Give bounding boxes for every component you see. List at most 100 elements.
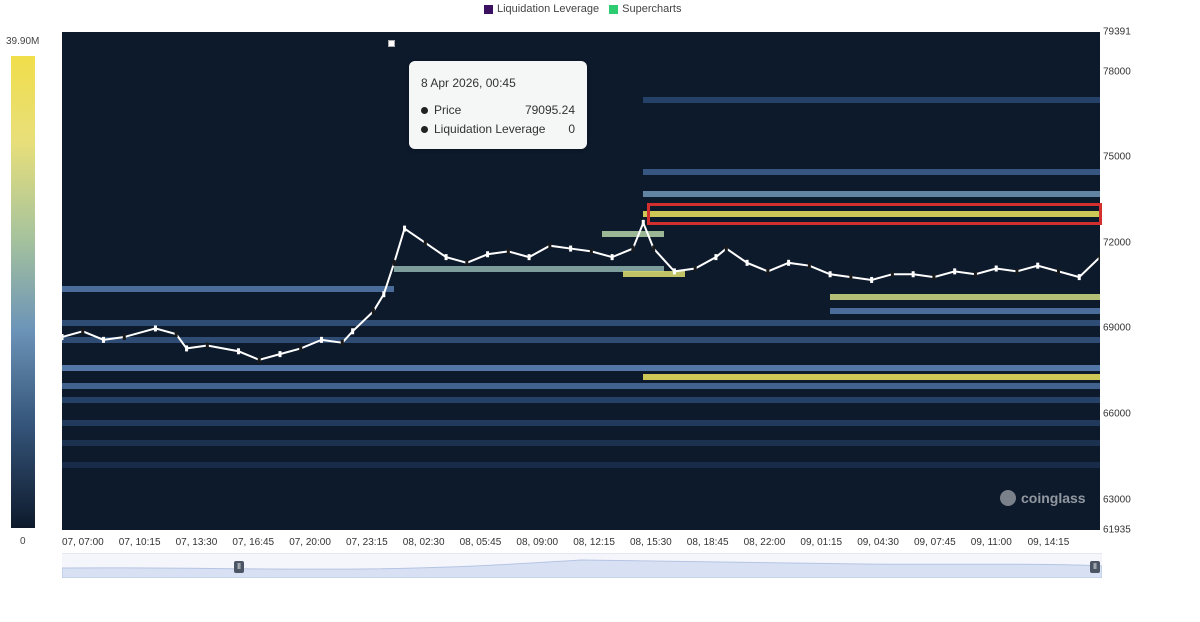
x-tick-label: 07, 07:00: [62, 537, 104, 548]
x-tick-label: 09, 14:15: [1027, 537, 1070, 548]
x-tick-label: 07, 20:00: [289, 537, 331, 548]
price-candle: [382, 291, 386, 298]
y-tick-label: 61935: [1103, 524, 1131, 536]
price-candle: [641, 219, 645, 226]
x-tick-label: 08, 12:15: [573, 537, 615, 548]
x-tick-label: 09, 07:45: [914, 537, 956, 548]
price-candle: [102, 336, 106, 343]
tooltip-price-label: Price: [434, 103, 462, 117]
price-candle: [973, 271, 977, 278]
price-candle: [932, 274, 936, 281]
watermark-text: coinglass: [1021, 490, 1086, 506]
price-candle: [724, 245, 728, 252]
price-candle: [1098, 254, 1100, 261]
x-axis: 07, 07:00 07, 10:15 07, 13:30 07, 16:45 07, …: [62, 537, 1122, 551]
price-candle: [527, 254, 531, 261]
price-candle: [589, 248, 593, 255]
y-tick-label: 69000: [1103, 322, 1131, 334]
tooltip-liquidation-label: Liquidation Leverage: [434, 122, 546, 136]
price-candle: [62, 334, 64, 341]
coinglass-logo-icon: [1000, 490, 1016, 506]
x-tick-label: 07, 16:45: [232, 537, 275, 548]
price-candle: [890, 271, 894, 278]
crosshair-marker: [388, 40, 395, 47]
y-tick-label: 66000: [1103, 408, 1131, 420]
y-tick-label: 79391: [1103, 26, 1131, 38]
price-candle: [465, 259, 469, 266]
price-candle: [351, 328, 355, 335]
price-candle: [610, 254, 614, 261]
tooltip-dot-price: [421, 107, 428, 115]
price-candle: [631, 245, 635, 252]
x-tick-label: 07, 23:15: [346, 537, 388, 548]
price-candle: [1036, 262, 1040, 269]
price-candle: [392, 259, 396, 266]
price-candle: [953, 268, 957, 275]
colorbar: [11, 56, 35, 528]
price-candle: [787, 259, 791, 266]
price-candle: [205, 342, 209, 349]
price-candle: [766, 268, 770, 275]
tooltip-row-liquidation: Liquidation Leverage 0: [421, 122, 575, 136]
price-candle: [807, 262, 811, 269]
price-line: [62, 220, 1100, 361]
price-candle: [185, 345, 189, 352]
legend-item-liquidation-leverage[interactable]: Liquidation Leverage: [484, 3, 599, 15]
price-candle: [870, 276, 874, 283]
colorbar-max-label: 39.90M: [6, 36, 40, 47]
legend-label-liquidation-leverage: Liquidation Leverage: [497, 3, 600, 15]
legend-swatch-liquidation-leverage: [484, 4, 493, 14]
price-candle: [371, 308, 375, 315]
price-candle: [444, 254, 448, 261]
y-tick-label: 72000: [1103, 237, 1131, 249]
navigator-right-handle[interactable]: ll: [1090, 561, 1100, 573]
time-range-navigator[interactable]: ll ll: [61, 553, 1103, 579]
chart-tooltip: 8 Apr 2026, 00:45 Price 79095.24 Liquida…: [409, 61, 587, 149]
x-tick-label: 07, 13:30: [175, 537, 218, 548]
tooltip-dot-liquidation: [421, 126, 428, 134]
y-tick-label: 63000: [1103, 494, 1131, 506]
coinglass-watermark: coinglass: [1000, 490, 1086, 506]
price-candle: [403, 225, 407, 232]
price-candle: [994, 265, 998, 272]
x-tick-label: 08, 09:00: [516, 537, 559, 548]
y-tick-label: 78000: [1103, 66, 1131, 78]
price-candle: [81, 328, 85, 335]
price-candle: [911, 271, 915, 278]
y-tick-label: 75000: [1103, 151, 1131, 163]
price-candle: [745, 259, 749, 266]
price-candle: [672, 268, 676, 275]
price-candle: [423, 239, 427, 246]
price-candle: [849, 274, 853, 281]
price-candle: [299, 345, 303, 352]
legend-swatch-supercharts: [609, 4, 619, 14]
price-candle: [340, 339, 344, 346]
price-candle: [652, 245, 656, 252]
x-tick-label: 09, 01:15: [800, 537, 843, 548]
x-tick-label: 07, 10:15: [118, 537, 161, 548]
tooltip-price-value: 79095.24: [524, 103, 575, 117]
price-candle: [828, 271, 832, 278]
price-candle: [257, 356, 261, 363]
tooltip-title: 8 Apr 2026, 00:45: [421, 76, 516, 90]
price-candle: [1077, 274, 1081, 281]
navigator-left-handle[interactable]: ll: [234, 561, 244, 573]
legend-item-supercharts[interactable]: Supercharts: [609, 3, 681, 15]
price-candle: [569, 245, 573, 252]
x-tick-label: 08, 02:30: [402, 537, 445, 548]
x-tick-label: 08, 15:30: [630, 537, 672, 548]
x-tick-label: 08, 05:45: [459, 537, 502, 548]
y-axis: 79391 78000 75000 72000 69000 66000 63000 61935: [1103, 0, 1163, 540]
chart-legend: Liquidation Leverage Supercharts: [484, 3, 681, 15]
price-candle: [122, 334, 126, 341]
tooltip-liquidation-value: 0: [568, 122, 575, 136]
x-tick-label: 08, 18:45: [686, 537, 729, 548]
price-candle: [486, 251, 490, 258]
price-candle: [236, 348, 240, 355]
legend-label-supercharts: Supercharts: [622, 3, 682, 15]
tooltip-row-price: Price 79095.24: [421, 103, 575, 117]
highlight-annotation-box: [647, 203, 1102, 225]
x-tick-label: 09, 04:30: [857, 537, 899, 548]
price-candle: [506, 248, 510, 255]
colorbar-min-label: 0: [20, 536, 26, 547]
